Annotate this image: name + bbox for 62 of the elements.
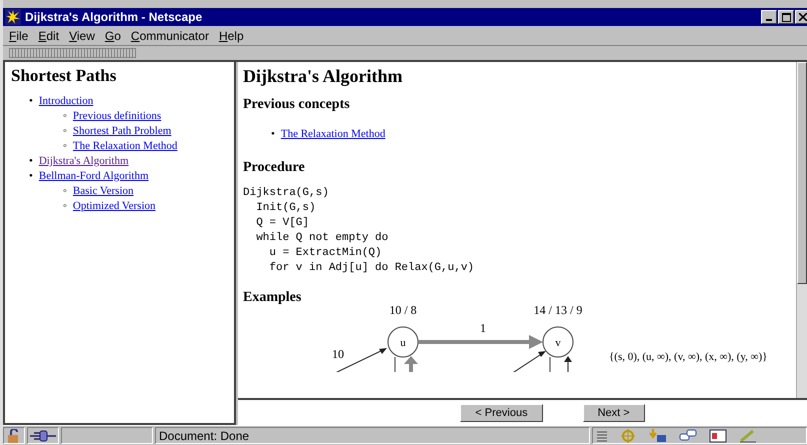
maximize-icon xyxy=(782,12,790,22)
sidebar-link[interactable]: Optimized Version xyxy=(72,199,156,214)
graph-node: u xyxy=(388,326,418,358)
sidebar-link[interactable]: Previous definitions xyxy=(72,109,162,124)
address-card-icon[interactable] xyxy=(709,428,727,442)
status-text: Document: Done xyxy=(155,427,590,444)
vertical-scrollbar[interactable] xyxy=(796,62,807,398)
bullet: • xyxy=(29,169,33,184)
code-line: while Q not empty do xyxy=(255,231,390,246)
plug-icon xyxy=(30,430,56,442)
code-line: Init(G,s) xyxy=(255,201,317,216)
section-heading: Previous concepts xyxy=(243,97,351,113)
queue-set-text: {(s, 0), (u, ∞), (v, ∞), (x, ∞), (y, ∞)} xyxy=(609,351,768,363)
chat-bubbles-icon[interactable] xyxy=(679,428,697,442)
bullet: • xyxy=(271,127,275,142)
minimize-button[interactable] xyxy=(761,10,777,24)
nav-button[interactable]: Next > xyxy=(582,404,645,422)
inbox-icon[interactable] xyxy=(649,428,667,442)
section-heading: Procedure xyxy=(243,160,306,176)
window-title: Dijkstra's Algorithm - Netscape xyxy=(25,10,204,24)
code-line: Q = V[G] xyxy=(255,216,310,231)
bullet: ◦ xyxy=(63,139,67,154)
sidebar-link[interactable]: Basic Version xyxy=(72,184,134,199)
maximize-button[interactable] xyxy=(778,10,794,24)
menu-item[interactable]: File xyxy=(9,28,28,42)
menu-item[interactable]: Communicator xyxy=(130,28,209,42)
code-line: u = ExtractMin(Q) xyxy=(268,246,383,261)
code-line: Dijkstra(G,s) xyxy=(243,186,330,201)
bullet: ◦ xyxy=(63,109,67,124)
bullet: ◦ xyxy=(63,184,67,199)
sidebar-link[interactable]: Shortest Path Problem xyxy=(72,124,172,139)
close-button[interactable] xyxy=(795,10,807,24)
close-icon xyxy=(799,13,807,21)
star-burst-icon xyxy=(5,9,21,25)
bullet: ◦ xyxy=(63,124,67,139)
sidebar-link[interactable]: Dijkstra's Algorithm xyxy=(38,154,129,169)
sidebar-link[interactable]: Introduction xyxy=(38,94,94,109)
arrow xyxy=(564,356,572,372)
distance-label: 10 / 8 xyxy=(389,303,417,317)
nav-button[interactable]: < Previous xyxy=(460,404,543,422)
menu-item[interactable]: View xyxy=(69,28,95,42)
concept-link[interactable]: The Relaxation Method xyxy=(280,127,386,142)
menu-item[interactable]: Go xyxy=(104,28,121,42)
code-line: for v in Adj[u] do Relax(G,u,v) xyxy=(268,261,476,276)
list-icon xyxy=(597,430,607,442)
graph-node: v xyxy=(542,326,574,358)
arrow xyxy=(404,356,418,372)
menu-item[interactable]: Help xyxy=(218,28,244,42)
bullet: • xyxy=(29,94,33,109)
bullet: • xyxy=(29,154,33,169)
distance-label: 14 / 13 / 9 xyxy=(534,303,582,317)
menu-item[interactable]: Edit xyxy=(38,28,60,42)
sidebar-link[interactable]: The Relaxation Method xyxy=(72,139,178,154)
bullet: ◦ xyxy=(63,199,67,214)
section-heading: Examples xyxy=(243,290,302,306)
edge-weight-label: 1 xyxy=(480,321,486,335)
pen-icon[interactable] xyxy=(739,428,757,442)
sidebar-title: Shortest Paths xyxy=(11,66,118,86)
page-heading: Dijkstra's Algorithm xyxy=(243,66,404,87)
arrow xyxy=(510,351,546,372)
sidebar-link[interactable]: Bellman-Ford Algorithm xyxy=(38,169,149,184)
edge-weight-label: 10 xyxy=(332,347,344,361)
